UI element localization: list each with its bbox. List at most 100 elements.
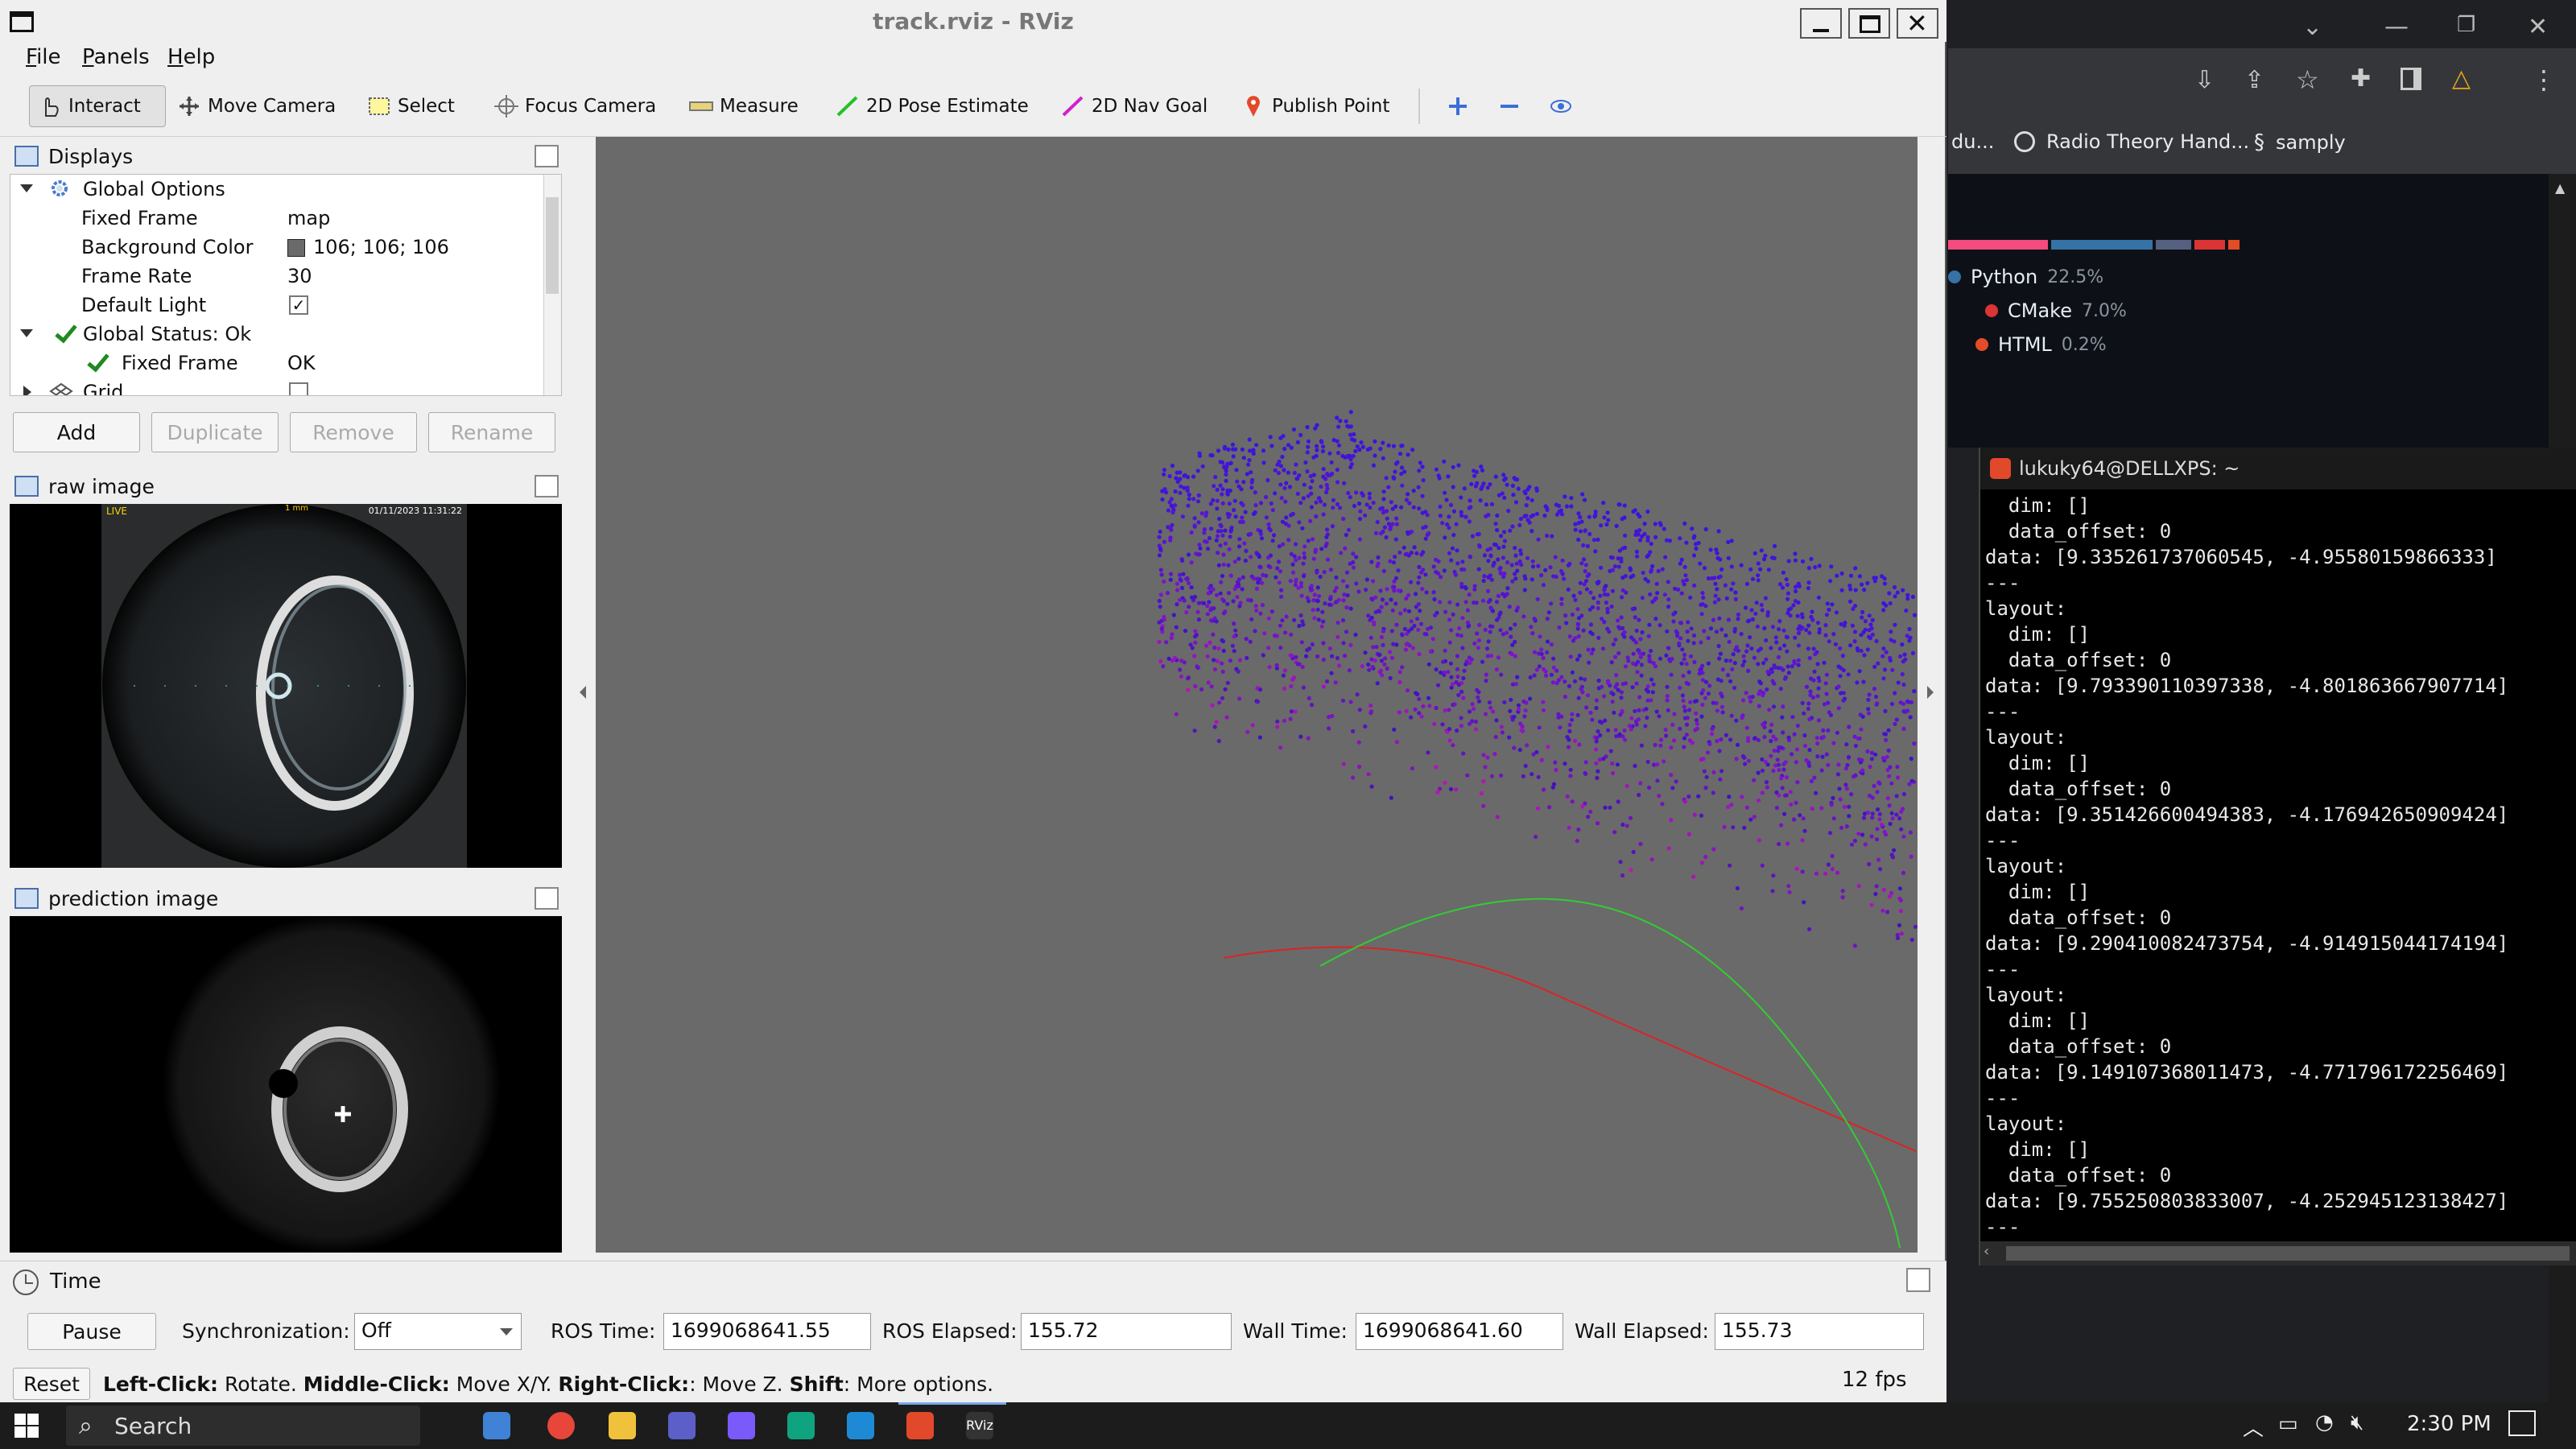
minimize-icon[interactable]: — (2384, 13, 2409, 41)
grid-icon (49, 381, 73, 395)
install-icon[interactable]: ⇩ (2194, 66, 2215, 94)
default-light-checkbox[interactable]: ✓ (289, 295, 308, 315)
tree-scrollbar[interactable] (543, 175, 561, 395)
scroll-left-icon[interactable]: ‹ (1984, 1243, 1989, 1260)
right-splitter-handle[interactable] (1927, 686, 1935, 699)
chrome-icon[interactable] (547, 1412, 575, 1439)
left-splitter-handle[interactable] (578, 686, 586, 699)
teams-icon[interactable] (668, 1412, 696, 1439)
taskbar-search[interactable]: ⌕ Search (66, 1406, 420, 1446)
clock-label[interactable]: 2:30 PM (2407, 1412, 2491, 1436)
grid-checkbox[interactable] (289, 382, 308, 395)
prediction-image-view (10, 916, 562, 1253)
undock-button[interactable] (1906, 1268, 1930, 1292)
tree-row-global-options[interactable]: Global Options (10, 175, 542, 204)
3d-render-view[interactable] (596, 137, 1918, 1253)
interact-tool[interactable]: Interact (29, 85, 166, 127)
undock-button[interactable] (535, 145, 559, 167)
scroll-thumb[interactable] (2006, 1246, 2570, 1261)
battery-icon[interactable]: ▭ (2278, 1412, 2298, 1436)
close-button[interactable]: ✕ (1897, 8, 1938, 39)
publish-point-tool[interactable]: Publish Point (1233, 85, 1397, 127)
ubuntu-terminal-icon[interactable] (906, 1412, 934, 1439)
file-explorer-icon[interactable] (609, 1412, 636, 1439)
tree-value[interactable]: map (287, 207, 330, 229)
tree-value[interactable]: 30 (287, 265, 312, 287)
menu-help[interactable]: Help (167, 45, 215, 69)
app-icon[interactable] (728, 1412, 755, 1439)
language-python[interactable]: Python 22.5% (1948, 266, 2103, 288)
measure-tool[interactable]: Measure (681, 85, 807, 127)
scroll-thumb[interactable] (546, 197, 559, 294)
bookmark-radio-theory[interactable]: Radio Theory Hand... (2014, 130, 2249, 153)
windows-start-icon[interactable] (14, 1414, 39, 1438)
restore-icon[interactable]: ❐ (2457, 13, 2475, 37)
terminal-output[interactable]: dim: [] data_offset: 0 data: [9.335261737… (1985, 493, 2576, 1240)
focus-camera-tool[interactable]: Focus Camera (486, 85, 664, 127)
expand-arrow-icon[interactable] (20, 184, 33, 192)
view-dropdown-button[interactable] (1541, 85, 1581, 127)
add-display-button[interactable]: Add (13, 412, 140, 452)
terminal-line: --- (1985, 1087, 2021, 1109)
share-icon[interactable]: ⇪ (2244, 66, 2264, 94)
pose-estimate-tool[interactable]: 2D Pose Estimate (828, 85, 1037, 127)
pause-button[interactable]: Pause (27, 1313, 156, 1350)
sync-select[interactable]: Off (354, 1313, 522, 1350)
wall-time-field[interactable]: 1699068641.60 (1356, 1313, 1563, 1350)
add-tool-button[interactable] (1438, 85, 1478, 127)
move-camera-tool[interactable]: Move Camera (169, 85, 344, 127)
chatgpt-icon[interactable] (787, 1412, 815, 1439)
bookmark-samply[interactable]: § samply (2254, 130, 2346, 155)
language-html[interactable]: HTML 0.2% (1975, 333, 2107, 356)
tree-label: Default Light (81, 294, 207, 316)
notifications-icon[interactable] (2508, 1410, 2536, 1436)
wall-elapsed-field[interactable]: 155.73 (1715, 1313, 1924, 1350)
tree-row-frame-rate[interactable]: Frame Rate 30 (10, 262, 542, 291)
volume-muted-icon[interactable]: 🔇︎ (2351, 1410, 2363, 1435)
extensions-icon[interactable]: ✚ (2351, 64, 2371, 93)
more-menu-icon[interactable]: ⋮ (2531, 64, 2557, 95)
tree-row-status-fixed-frame[interactable]: Fixed Frame OK (10, 349, 542, 378)
side-panel-icon[interactable] (2401, 68, 2421, 90)
drive-icon[interactable]: △ (2452, 64, 2471, 93)
reset-button[interactable]: Reset (13, 1368, 90, 1400)
ros-time-field[interactable]: 1699068641.55 (663, 1313, 871, 1350)
tree-row-background-color[interactable]: Background Color 106; 106; 106 (10, 233, 542, 262)
rename-display-button[interactable]: Rename (428, 412, 555, 452)
wifi-icon[interactable]: ◔ (2315, 1410, 2334, 1435)
duplicate-display-button[interactable]: Duplicate (151, 412, 279, 452)
terminal-hscrollbar[interactable]: ‹ (1980, 1241, 2576, 1265)
chevron-up-icon[interactable]: ︿ (2243, 1412, 2264, 1442)
language-cmake[interactable]: CMake 7.0% (1985, 299, 2127, 322)
undock-button[interactable] (535, 475, 559, 497)
close-icon[interactable]: ✕ (2528, 13, 2548, 41)
terminal-line: data_offset: 0 (1985, 778, 2172, 800)
select-tool[interactable]: Select (359, 85, 463, 127)
tree-row-fixed-frame[interactable]: Fixed Frame map (10, 204, 542, 233)
remove-display-button[interactable]: Remove (290, 412, 417, 452)
minimize-button[interactable] (1800, 8, 1842, 39)
menu-panels[interactable]: Panels (82, 45, 150, 69)
star-icon[interactable]: ☆ (2296, 64, 2319, 95)
scroll-up-icon[interactable]: ▲ (2555, 180, 2565, 196)
terminal-line: dim: [] (1985, 881, 2091, 903)
tree-row-default-light[interactable]: Default Light ✓ (10, 291, 542, 320)
expand-arrow-icon[interactable] (20, 329, 33, 337)
tree-row-grid[interactable]: Grid (10, 378, 542, 395)
color-swatch[interactable] (287, 239, 305, 257)
vscode-icon[interactable] (847, 1412, 874, 1439)
maximize-button[interactable] (1848, 8, 1890, 39)
task-view-icon[interactable] (483, 1412, 510, 1439)
bookmark-item[interactable]: du... (1951, 130, 1994, 153)
rviz-icon[interactable]: RViz (966, 1412, 993, 1439)
collapsed-arrow-icon[interactable] (23, 386, 31, 395)
remove-tool-button[interactable] (1489, 85, 1530, 127)
ros-elapsed-field[interactable]: 155.72 (1021, 1313, 1232, 1350)
chevron-down-icon[interactable]: ⌄ (2302, 13, 2322, 41)
tree-row-global-status[interactable]: Global Status: Ok (10, 320, 542, 349)
undock-button[interactable] (535, 887, 559, 910)
tree-value[interactable]: 106; 106; 106 (313, 236, 449, 258)
menu-file[interactable]: File (26, 45, 61, 69)
ros-time-label: ROS Time: (551, 1319, 656, 1343)
nav-goal-tool[interactable]: 2D Nav Goal (1053, 85, 1216, 127)
